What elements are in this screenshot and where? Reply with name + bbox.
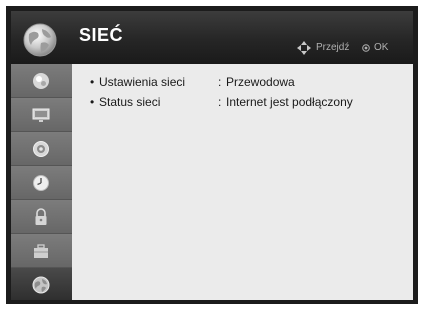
globe-icon [23,23,57,57]
tv-menu-screen: SIEĆ Przejdź OK • Ustawienia sieci: Prz… [0,0,422,310]
page-title: SIEĆ [79,25,124,45]
navigate-hint-label: Przejdź [316,42,350,53]
audio-icon [33,141,49,157]
sidebar-item-picture[interactable] [11,64,72,98]
settings-panel: • Ustawienia sieci : Przewodowa • Status… [72,64,413,300]
sidebar-item-lock[interactable] [11,200,72,234]
option-icon [34,244,48,258]
sidebar-item-time[interactable] [11,166,72,200]
ok-button-icon [362,44,370,52]
separator: : [218,75,222,89]
category-sidebar [11,64,72,300]
setting-label: Ustawienia sieci [99,75,186,89]
lock-icon [35,208,47,225]
setting-label: Status sieci [99,95,161,109]
bullet: • [90,75,95,89]
time-icon [33,175,49,191]
navigation-arrows-icon [297,41,311,55]
setting-value: Internet jest podłączony [226,95,353,109]
separator: : [218,95,222,109]
sidebar-item-option[interactable] [11,234,72,268]
sidebar-item-network[interactable] [11,268,72,300]
screen-icon [32,108,50,122]
picture-icon [33,73,49,89]
sidebar-item-audio[interactable] [11,132,72,166]
sidebar-item-screen[interactable] [11,98,72,132]
menu-header [11,11,413,64]
ok-hint-label: OK [374,42,389,53]
setting-value: Przewodowa [226,75,295,89]
network-icon [32,276,50,294]
bullet: • [90,95,95,109]
